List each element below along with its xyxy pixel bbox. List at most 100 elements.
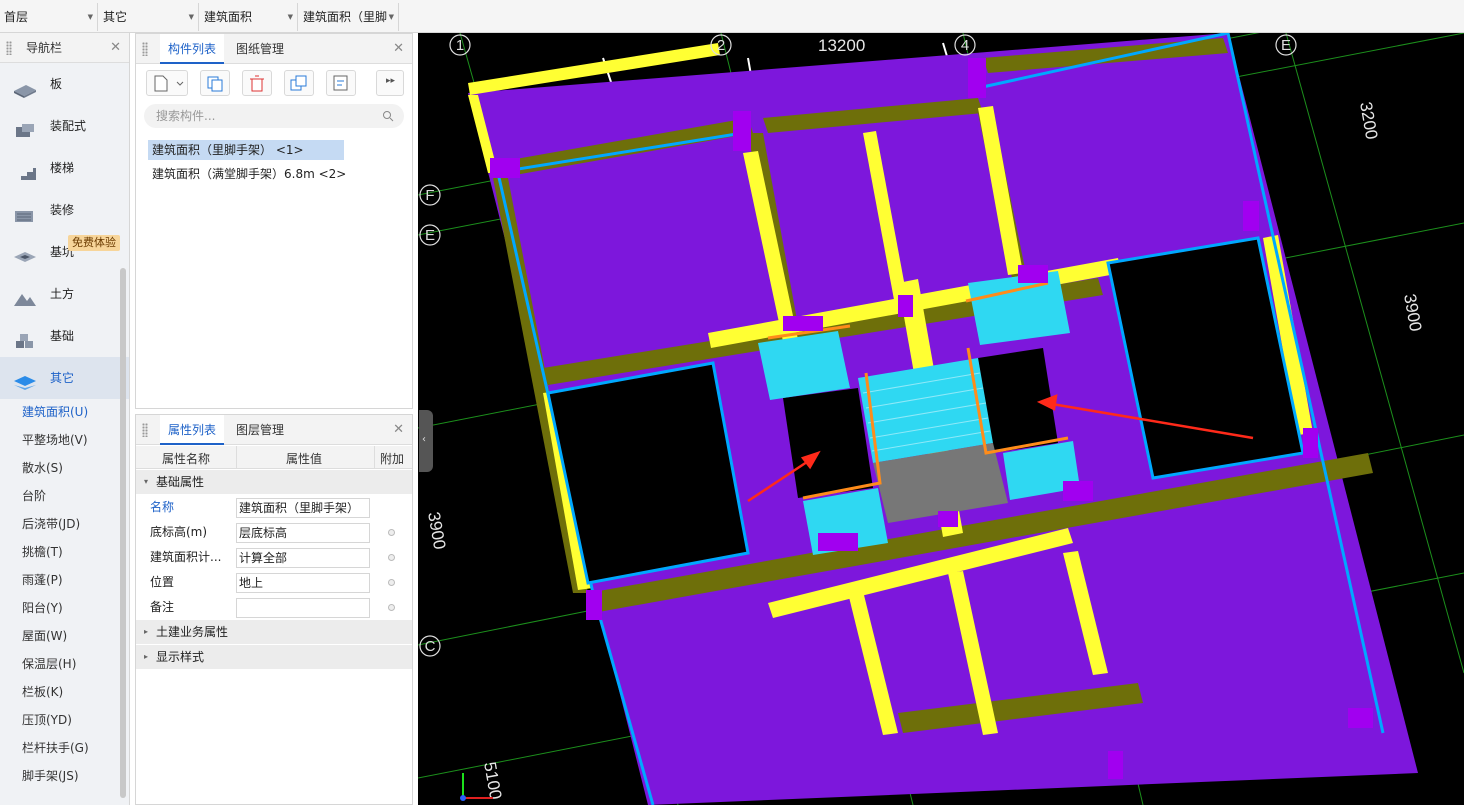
property-panel-header: 属性列表 图层管理 ✕ [136,415,412,445]
group-civil-properties[interactable]: ▸ 土建业务属性 [136,620,412,644]
column-header-extra: 附加 [380,452,405,466]
axis-label: E [425,227,435,244]
nav-category-stairs[interactable]: 楼梯 [0,147,129,189]
drag-handle-icon[interactable] [142,42,148,56]
dimension-label: 450 [568,33,596,37]
property-panel: 属性列表 图层管理 ✕ 属性名称 属性值 附加 ▾ 基础属性 名称 建筑面积（里脚手… [135,414,413,805]
floor-plan-drawing[interactable]: 1 2 4 E F E C 13200 450 3200 3900 3900 5… [418,33,1464,805]
drag-handle-icon[interactable] [142,423,148,437]
nav-category-decoration[interactable]: 装修 [0,189,129,231]
component-item[interactable]: 建筑面积（里脚手架） <1> [148,140,344,160]
axis-label: 2 [717,37,725,54]
property-value-input[interactable]: 地上 [236,573,370,593]
nav-category-pit[interactable]: 基坑 免费体验 [0,231,129,273]
column-divider [374,446,375,469]
group-basic-properties[interactable]: ▾ 基础属性 [136,470,412,494]
property-value-input[interactable]: 层底标高 [236,523,370,543]
nav-sub-item[interactable]: 脚手架(JS) [0,762,118,790]
nav-sub-item[interactable]: 保温层(H) [0,650,118,678]
component-search-input[interactable]: 搜索构件... [144,104,404,128]
nav-category-label: 楼梯 [50,161,75,175]
dimension-label: 3900 [424,510,449,551]
tab-property-list[interactable]: 属性列表 [160,415,225,445]
category-select[interactable]: 其它 ▼ [99,3,199,31]
nav-sub-item[interactable]: 后浇带(JD) [0,510,118,538]
property-value-input[interactable]: 建筑面积（里脚手架） [236,498,370,518]
top-toolbar: 首层 ▼ 其它 ▼ 建筑面积 ▼ 建筑面积（里脚 ▼ [0,0,1464,33]
extra-checkbox[interactable] [388,529,395,536]
nav-category-slab[interactable]: 板 [0,63,129,105]
property-value-input[interactable]: 计算全部 [236,548,370,568]
copy-button[interactable] [200,70,230,96]
close-icon[interactable]: ✕ [393,415,404,445]
nav-category-prefab[interactable]: 装配式 [0,105,129,147]
property-row: 位置 地上 [136,570,412,595]
nav-sub-item[interactable]: 建筑面积(U) [0,398,118,426]
delete-button[interactable] [242,70,272,96]
layer-copy-button[interactable] [284,70,314,96]
nav-sub-item[interactable]: 阳台(Y) [0,594,118,622]
nav-sub-item[interactable]: 平整场地(V) [0,426,118,454]
trash-icon [250,75,264,92]
nav-sub-item[interactable]: 屋面(W) [0,622,118,650]
floor-select[interactable]: 首层 ▼ [0,3,98,31]
nav-sub-item[interactable]: 压顶(YD) [0,706,118,734]
component-item[interactable]: 建筑面积（满堂脚手架）6.8m <2> [148,164,350,184]
new-component-button[interactable] [146,70,188,96]
property-table-header: 属性名称 属性值 附加 [136,446,412,469]
sort-icon [333,75,348,91]
layer-copy-icon [290,75,307,91]
dimension-label: 13200 [818,36,865,55]
more-button[interactable]: ▸▸ [376,70,404,96]
nav-category-label: 装配式 [50,119,87,133]
chevron-down-icon: ▼ [87,13,93,21]
cad-viewport[interactable]: 1 2 4 E F E C 13200 450 3200 3900 3900 5… [418,33,1464,805]
nav-scrollbar[interactable] [120,268,126,798]
tab-layer-manage[interactable]: 图层管理 [228,415,292,445]
panel-collapse-handle[interactable]: ‹ [419,410,433,472]
component-select[interactable]: 建筑面积（里脚 ▼ [299,3,399,31]
nav-category-foundation[interactable]: 基础 [0,315,129,357]
nav-sub-item[interactable]: 栏板(K) [0,678,118,706]
nav-category-label: 板 [50,77,63,91]
property-name: 名称 [150,500,175,514]
property-name: 建筑面积计... [150,550,222,564]
nav-sub-item[interactable]: 散水(S) [0,454,118,482]
close-icon[interactable]: ✕ [393,34,404,64]
double-chevron-right-icon: ▸▸ [386,76,396,86]
column-divider [236,446,237,469]
earthwork-icon [12,284,38,306]
nav-sub-item[interactable]: 雨蓬(P) [0,566,118,594]
extra-checkbox[interactable] [388,579,395,586]
close-icon[interactable]: ✕ [110,33,121,63]
axis-label: F [425,187,434,204]
tab-drawing-manage[interactable]: 图纸管理 [228,34,292,64]
axis-label: E [1281,37,1291,54]
drag-handle-icon[interactable] [6,41,12,55]
property-row: 底标高(m) 层底标高 [136,520,412,545]
type-select[interactable]: 建筑面积 ▼ [200,3,298,31]
nav-category-label: 基础 [50,329,75,343]
tab-component-list[interactable]: 构件列表 [160,34,225,64]
nav-sub-item[interactable]: 台阶 [0,482,118,510]
sort-button[interactable] [326,70,356,96]
extra-checkbox[interactable] [388,554,395,561]
property-name: 备注 [150,600,175,614]
nav-sub-item[interactable]: 挑檐(T) [0,538,118,566]
nav-sub-item[interactable]: 栏杆扶手(G) [0,734,118,762]
nav-category-layers[interactable]: 其它 [0,357,129,399]
property-value-input[interactable] [236,598,370,618]
chevron-down-icon: ▼ [188,13,194,21]
dimension-label: 3200 [1356,100,1381,141]
group-display-style[interactable]: ▸ 显示样式 [136,645,412,669]
property-row: 备注 [136,595,412,620]
trial-badge[interactable]: 免费体验 [68,235,120,251]
extra-checkbox[interactable] [388,604,395,611]
property-name: 位置 [150,575,175,589]
group-basic-label: 基础属性 [156,475,205,489]
chevron-down-icon: ▼ [287,13,293,21]
layers-icon [12,368,38,390]
chevron-down-icon: ▼ [388,13,394,21]
group-display-label: 显示样式 [156,650,205,664]
nav-category-earthwork[interactable]: 土方 [0,273,129,315]
